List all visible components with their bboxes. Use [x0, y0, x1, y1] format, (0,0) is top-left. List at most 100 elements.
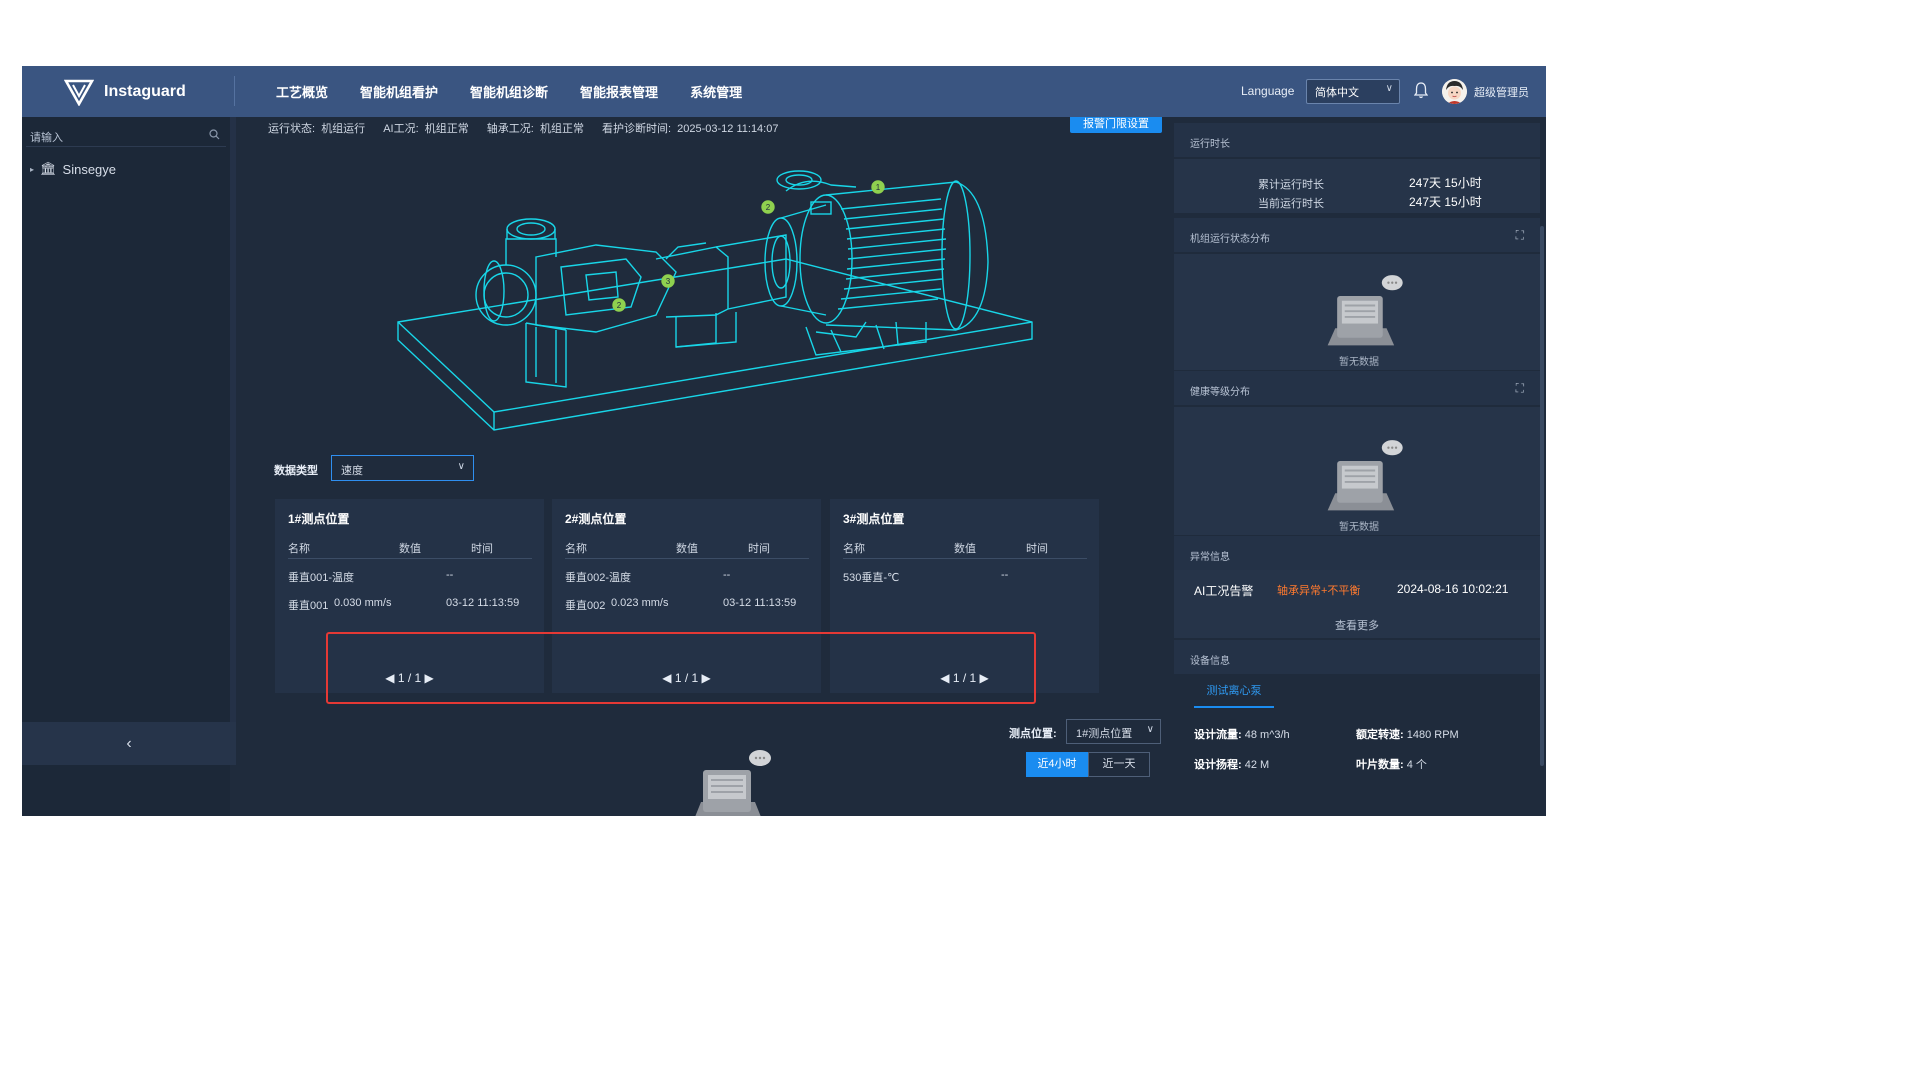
design-head-value: 42 M: [1244, 759, 1270, 771]
chevron-down-icon: ∨: [1146, 724, 1154, 735]
measure-card-2: 2#测点位置 名称 数值 时间 垂直002-温度 -- 垂直002 0.023 …: [552, 499, 821, 693]
diagnosis-time: 看护诊断时间: 2025-03-12 11:14:07: [602, 120, 779, 136]
row-time: 03-12 11:13:59: [723, 597, 797, 609]
prev-page-icon[interactable]: ◀: [662, 671, 671, 685]
card-pager: ◀ 1 / 1 ▶: [552, 671, 821, 685]
health-dist-section: 暂无数据: [1174, 407, 1540, 535]
abnormal-type: AI工况告警: [1194, 584, 1254, 598]
rated-speed: 额定转速: 1480 RPM: [1356, 726, 1459, 742]
user-avatar[interactable]: [1442, 79, 1467, 104]
rated-speed-label: 额定转速:: [1356, 729, 1404, 741]
blade-count-label: 叶片数量:: [1356, 759, 1404, 771]
bank-icon: 🏛: [40, 161, 57, 176]
col-value: 数值: [676, 543, 698, 555]
run-status: 运行状态: 机组运行: [268, 120, 365, 136]
col-name: 名称: [843, 543, 865, 555]
runtime-section-title: 运行时长: [1174, 123, 1540, 157]
col-value: 数值: [954, 543, 976, 555]
row-value: 0.023 mm/s: [611, 597, 669, 609]
card-title: 1#测点位置: [288, 512, 350, 526]
measure-card-3: 3#测点位置 名称 数值 时间 530垂直-℃ -- ◀ 1 / 1 ▶: [830, 499, 1099, 693]
run-status-label: 运行状态:: [268, 123, 316, 135]
nav-process-overview[interactable]: 工艺概览: [276, 82, 328, 101]
logo-icon: [64, 79, 94, 106]
abnormal-section: AI工况告警 轴承异常+不平衡 2024-08-16 10:02:21 查看更多: [1174, 570, 1540, 638]
card-pager: ◀ 1 / 1 ▶: [830, 671, 1099, 685]
next-page-icon[interactable]: ▶: [702, 671, 711, 685]
page-indicator: 1 / 1: [397, 671, 422, 685]
design-head: 设计扬程: 42 M: [1194, 756, 1269, 772]
prev-page-icon[interactable]: ◀: [940, 671, 949, 685]
health-dist-title: 健康等级分布: [1190, 387, 1250, 398]
brand-logo[interactable]: Instaguard: [64, 78, 186, 106]
marker-4-label: 2: [617, 301, 622, 310]
device-section: 测试离心泵 设计流量: 48 m^3/h 额定转速: 1480 RPM 设计扬程…: [1174, 674, 1540, 816]
view-more-link[interactable]: 查看更多: [1174, 617, 1540, 633]
range-4h-button[interactable]: 近4小时: [1026, 752, 1088, 777]
caret-right-icon[interactable]: ▸: [30, 165, 34, 174]
total-runtime-label: 累计运行时长: [1258, 179, 1324, 191]
abnormal-detail: 轴承异常+不平衡: [1277, 585, 1361, 597]
next-page-icon[interactable]: ▶: [425, 671, 434, 685]
card-title: 2#测点位置: [565, 512, 627, 526]
table-row: 垂直001-温度 --: [288, 569, 532, 589]
measure-point-cards: 1#测点位置 名称 数值 时间 垂直001-温度 -- 垂直001 0.030 …: [275, 499, 1100, 693]
nav-report-management[interactable]: 智能报表管理: [580, 82, 658, 101]
search-placeholder: 请输入: [30, 132, 63, 144]
right-panel-scrollbar[interactable]: [1540, 226, 1544, 766]
user-name[interactable]: 超级管理员: [1474, 84, 1529, 100]
row-time: --: [723, 569, 731, 581]
tree-node-root[interactable]: ▸ 🏛 Sinsegye: [30, 161, 116, 177]
abnormal-time: 2024-08-16 10:02:21: [1397, 582, 1509, 596]
nav-unit-care[interactable]: 智能机组看护: [360, 82, 438, 101]
device-title: 设备信息: [1190, 656, 1230, 667]
current-runtime-label: 当前运行时长: [1258, 198, 1324, 210]
data-type-value: 速度: [341, 465, 363, 477]
range-1d-button[interactable]: 近一天: [1088, 752, 1150, 777]
bearing-status-value: 机组正常: [539, 123, 584, 135]
empty-text: 暂无数据: [1339, 522, 1379, 533]
col-value: 数值: [399, 543, 421, 555]
sidebar-collapse-button[interactable]: ‹: [22, 722, 236, 765]
state-dist-title: 机组运行状态分布: [1190, 234, 1270, 245]
expand-icon[interactable]: ⛶: [1516, 381, 1524, 396]
alarm-threshold-button[interactable]: 报警门限设置: [1070, 117, 1162, 133]
language-select[interactable]: 简体中文 ∨: [1306, 79, 1400, 104]
top-bar: Instaguard 工艺概览 智能机组看护 智能机组诊断 智能报表管理 系统管…: [22, 66, 1546, 117]
topbar-divider: [234, 76, 235, 106]
row-time: 03-12 11:13:59: [446, 597, 520, 609]
empty-data-icon: [695, 750, 771, 816]
runtime-section: 累计运行时长 247天 15小时 当前运行时长 247天 15小时: [1174, 159, 1540, 213]
tab-device[interactable]: 测试离心泵: [1194, 682, 1274, 708]
empty-state: 暂无数据: [1304, 258, 1414, 368]
table-row: 530垂直-℃ --: [843, 569, 1087, 589]
col-time: 时间: [471, 543, 493, 555]
nav-unit-diagnosis[interactable]: 智能机组诊断: [470, 82, 548, 101]
prev-page-icon[interactable]: ◀: [385, 671, 394, 685]
tree-node-label: Sinsegye: [62, 161, 117, 177]
expand-icon[interactable]: ⛶: [1516, 228, 1524, 243]
design-flow: 设计流量: 48 m^3/h: [1194, 726, 1290, 742]
search-icon[interactable]: [209, 129, 220, 140]
status-line: 运行状态: 机组运行 AI工况: 机组正常 轴承工况: 机组正常 看护诊断时间:…: [268, 120, 778, 136]
data-type-select[interactable]: 速度 ∨: [331, 455, 474, 481]
next-page-icon[interactable]: ▶: [980, 671, 989, 685]
app-window: Instaguard 工艺概览 智能机组看护 智能机组诊断 智能报表管理 系统管…: [22, 66, 1546, 816]
tree-search-input[interactable]: 请输入: [26, 123, 226, 147]
col-name: 名称: [288, 543, 310, 555]
table-row: 垂直002 0.023 mm/s 03-12 11:13:59: [565, 597, 809, 617]
nav-system-management[interactable]: 系统管理: [690, 82, 742, 101]
diagnosis-time-value: 2025-03-12 11:14:07: [677, 123, 779, 135]
time-range-toggle: 近4小时 近一天: [1026, 752, 1150, 777]
ai-status: AI工况: 机组正常: [383, 120, 469, 136]
device-section-title: 设备信息: [1174, 640, 1540, 674]
design-head-label: 设计扬程:: [1194, 759, 1242, 771]
bell-icon[interactable]: [1414, 81, 1428, 99]
measure-point-select[interactable]: 1#测点位置 ∨: [1066, 719, 1161, 744]
main-content: 运行状态: 机组运行 AI工况: 机组正常 轴承工况: 机组正常 看护诊断时间:…: [236, 117, 1174, 816]
bearing-status-label: 轴承工况:: [486, 123, 534, 135]
ai-status-value: 机组正常: [424, 123, 469, 135]
marker-3-label: 3: [666, 277, 671, 286]
bearing-status: 轴承工况: 机组正常: [487, 120, 584, 136]
row-name: 垂直002-温度: [565, 572, 632, 584]
